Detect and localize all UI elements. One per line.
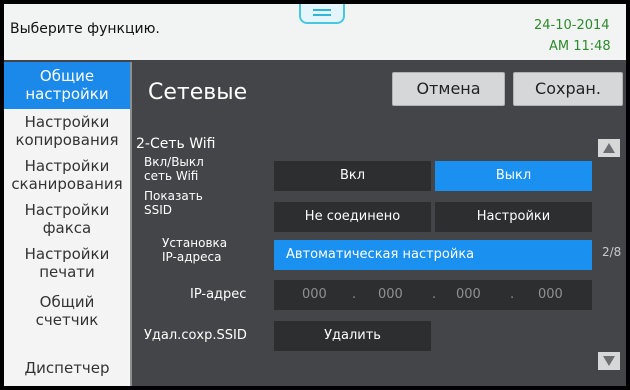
menu-item-label: Диспетчер xyxy=(24,359,110,377)
status-message: Выберите функцию. xyxy=(10,21,160,37)
label-line: IP-адреса xyxy=(162,250,222,264)
ip-address-field[interactable]: 000 . 000 . 000 . 000 xyxy=(274,280,592,310)
scroll-down-icon[interactable] xyxy=(598,352,620,370)
wifi-on-button[interactable]: Вкл xyxy=(274,161,431,191)
settings-menu: Общие настройки Настройки копирования На… xyxy=(4,62,132,386)
ip-dot: . xyxy=(510,287,515,302)
ip-octet-3: 000 xyxy=(456,287,481,302)
date-display: 24-10-2014 xyxy=(534,18,610,33)
delete-ssid-button[interactable]: Удалить xyxy=(274,321,431,351)
wifi-toggle-label: Вкл/Выкл сеть Wifi xyxy=(144,155,204,183)
message-bar: Выберите функцию. 24-10-2014 AM 11:48 xyxy=(4,4,626,60)
page-title: Сетевые xyxy=(148,80,248,105)
ip-dot: . xyxy=(432,287,437,302)
ip-octet-1: 000 xyxy=(302,287,327,302)
menu-item-label: Общие xyxy=(39,67,95,85)
label-line: SSID xyxy=(144,203,173,217)
network-settings-panel: Сетевые Отмена Сохран. 2-Сеть Wifi Вкл/В… xyxy=(132,62,626,386)
menu-item-label: Настройки xyxy=(24,157,110,175)
menu-item-label: факса xyxy=(42,219,92,237)
menu-item-label: Общий xyxy=(39,293,95,311)
menu-item-copy-settings[interactable]: Настройки копирования xyxy=(4,109,130,153)
ssid-label: Показать SSID xyxy=(144,189,203,217)
menu-item-label: печати xyxy=(39,263,95,281)
device-frame: Выберите функцию. 24-10-2014 AM 11:48 Об… xyxy=(0,0,630,390)
label-line: сеть Wifi xyxy=(144,169,199,183)
time-display: AM 11:48 xyxy=(549,39,611,54)
ip-octet-2: 000 xyxy=(378,287,403,302)
label-line: Установка xyxy=(162,236,228,250)
menu-item-print-settings[interactable]: Настройки печати xyxy=(4,241,130,285)
menu-item-general-counter[interactable]: Общий счетчик xyxy=(4,285,130,335)
section-title: 2-Сеть Wifi xyxy=(136,136,216,152)
pull-down-handle-icon[interactable] xyxy=(299,4,345,24)
menu-item-fax-settings[interactable]: Настройки факса xyxy=(4,197,130,241)
menu-item-label: Настройки xyxy=(24,201,110,219)
touch-screen: Выберите функцию. 24-10-2014 AM 11:48 Об… xyxy=(4,4,626,386)
ssid-settings-button[interactable]: Настройки xyxy=(435,202,592,232)
label-line: Вкл/Выкл xyxy=(144,155,204,169)
menu-item-label: счетчик xyxy=(35,311,99,329)
save-button[interactable]: Сохран. xyxy=(513,72,623,106)
menu-item-dispatcher[interactable]: Диспетчер xyxy=(4,350,130,386)
cancel-button[interactable]: Отмена xyxy=(392,72,505,106)
ip-setup-mode-select[interactable]: Автоматическая настройка xyxy=(274,240,592,270)
ip-octet-4: 000 xyxy=(538,287,563,302)
scroll-up-icon[interactable] xyxy=(598,139,620,157)
label-line: Показать xyxy=(144,189,203,203)
menu-item-label: Настройки xyxy=(24,245,110,263)
menu-item-label: сканирования xyxy=(11,175,123,193)
menu-item-scan-settings[interactable]: Настройки сканирования xyxy=(4,153,130,197)
delete-ssid-label: Удал.сохр.SSID xyxy=(144,328,247,343)
menu-item-general-settings[interactable]: Общие настройки xyxy=(4,62,130,109)
wifi-off-button[interactable]: Выкл xyxy=(435,161,592,191)
menu-item-label: копирования xyxy=(15,131,119,149)
page-indicator: 2/8 xyxy=(602,245,622,259)
ip-address-label: IP-адрес xyxy=(190,287,247,302)
ip-setup-label: Установка IP-адреса xyxy=(162,236,227,264)
menu-item-label: настройки xyxy=(25,85,109,103)
ssid-status-button[interactable]: Не соединено xyxy=(274,202,431,232)
ip-dot: . xyxy=(352,287,357,302)
menu-item-label: Настройки xyxy=(24,113,110,131)
